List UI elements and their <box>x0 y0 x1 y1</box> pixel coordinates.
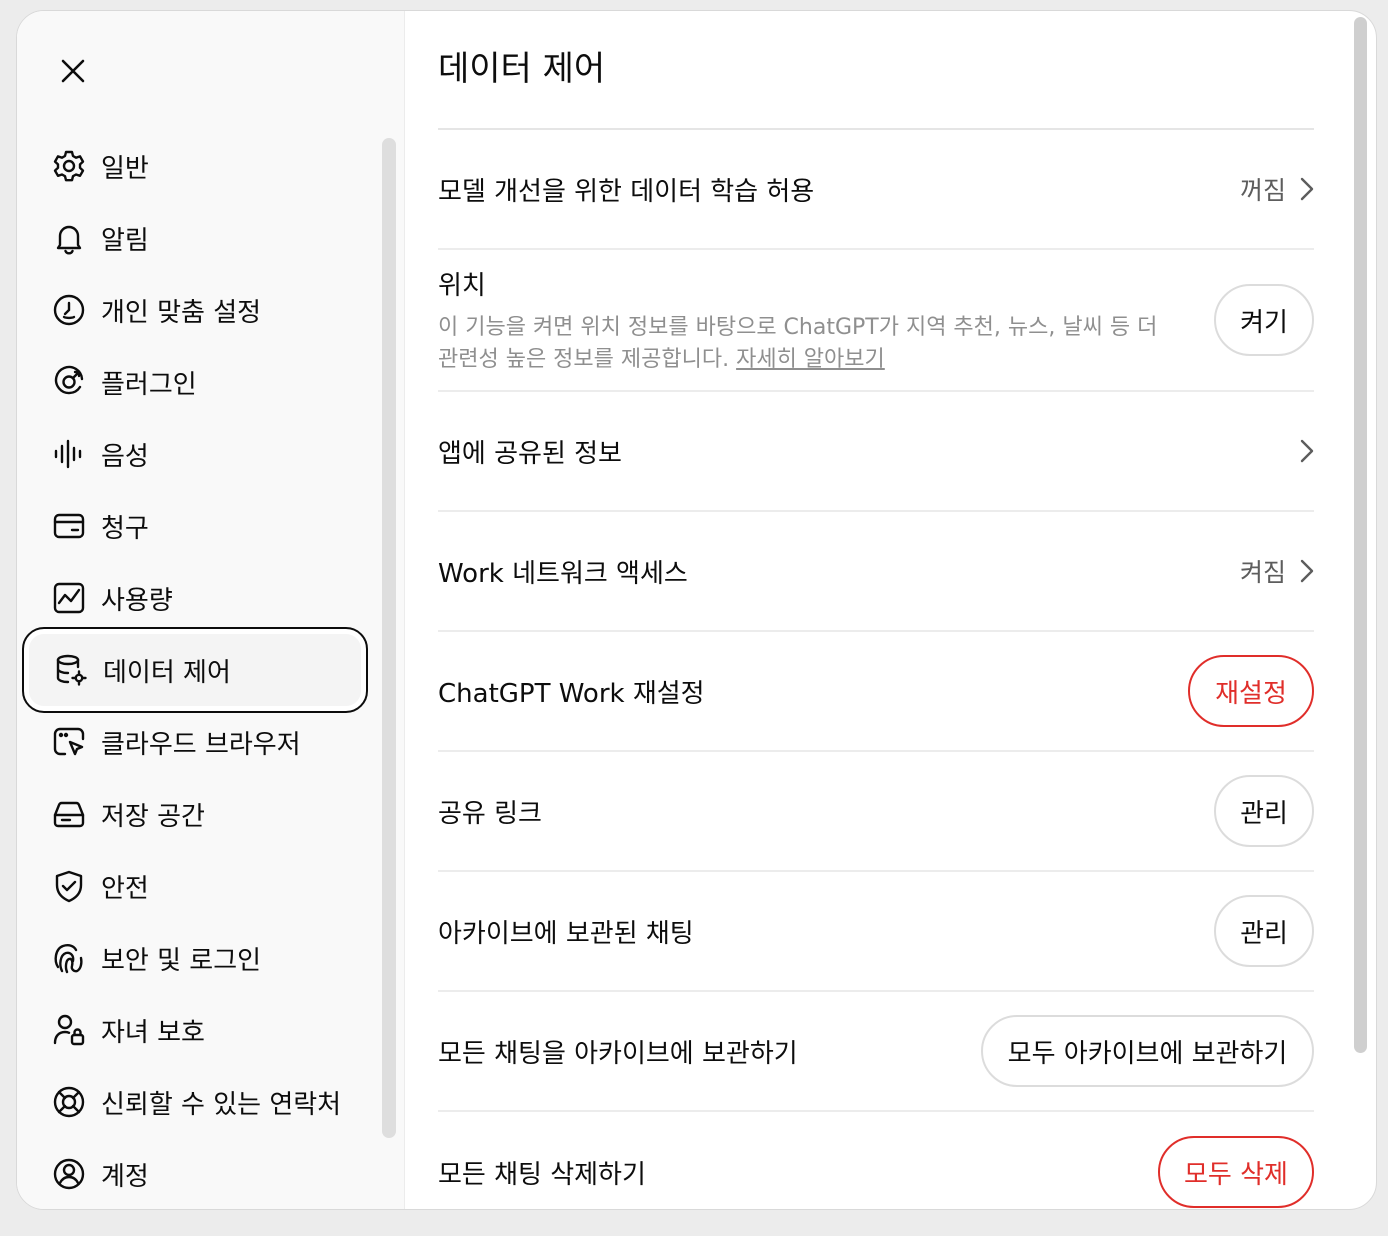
archive-all-button[interactable]: 모두 아카이브에 보관하기 <box>981 1015 1314 1087</box>
close-icon <box>61 59 85 83</box>
chevron-right-icon <box>1300 439 1314 463</box>
setting-row-work-network[interactable]: Work 네트워크 액세스 켜짐 <box>438 512 1314 632</box>
setting-row-location: 위치 이 기능을 켜면 위치 정보를 바탕으로 ChatGPT가 지역 추천, … <box>438 250 1314 392</box>
sidebar-item-label: 안전 <box>101 873 149 904</box>
location-text: 위치 이 기능을 켜면 위치 정보를 바탕으로 ChatGPT가 지역 추천, … <box>438 265 1178 376</box>
content-scrollbar[interactable] <box>1354 17 1367 1053</box>
sidebar-item-label: 개인 맞춤 설정 <box>101 297 262 328</box>
work-network-status[interactable]: 켜짐 <box>1240 553 1314 589</box>
database-gear-icon <box>54 653 88 687</box>
sidebar-item-label: 보안 및 로그인 <box>101 945 262 976</box>
setting-row-work-reset: ChatGPT Work 재설정 재설정 <box>438 632 1314 752</box>
settings-content: 데이터 제어 모델 개선을 위한 데이터 학습 허용 꺼짐 위치 이 기능을 켜… <box>406 11 1376 1209</box>
delete-all-button[interactable]: 모두 삭제 <box>1158 1136 1314 1208</box>
storage-drive-icon <box>52 797 86 831</box>
sidebar-item-label: 알림 <box>101 225 149 256</box>
sidebar-item-label: 신뢰할 수 있는 연락처 <box>101 1089 342 1120</box>
work-reset-button[interactable]: 재설정 <box>1188 655 1314 727</box>
sidebar-item-label: 클라우드 브라우저 <box>101 729 301 760</box>
location-enable-button[interactable]: 켜기 <box>1214 284 1314 356</box>
manage-archived-button[interactable]: 관리 <box>1214 895 1314 967</box>
lifebuoy-icon <box>52 1085 86 1119</box>
page-title: 데이터 제어 <box>438 49 606 89</box>
shared-links-label: 공유 링크 <box>438 798 542 829</box>
setting-row-delete-all: 모든 채팅 삭제하기 모두 삭제 <box>438 1112 1314 1209</box>
archived-chats-label: 아카이브에 보관된 채팅 <box>438 918 694 949</box>
sidebar-item-label: 일반 <box>101 153 149 184</box>
learn-more-link[interactable]: 자세히 알아보기 <box>736 347 885 372</box>
sidebar-item-label: 저장 공간 <box>101 801 205 832</box>
manage-shared-links-button[interactable]: 관리 <box>1214 775 1314 847</box>
delete-all-label: 모든 채팅 삭제하기 <box>438 1159 646 1190</box>
gear-icon <box>52 149 86 183</box>
sidebar-item-label: 청구 <box>101 513 149 544</box>
work-network-status-text: 켜짐 <box>1239 558 1286 587</box>
sidebar-item-label: 자녀 보호 <box>101 1017 205 1048</box>
usage-chart-icon <box>52 581 86 615</box>
sidebar-item-label: 계정 <box>101 1161 149 1192</box>
training-status-text: 꺼짐 <box>1239 176 1286 205</box>
setting-row-shared-apps[interactable]: 앱에 공유된 정보 <box>438 392 1314 512</box>
voice-waveform-icon <box>52 437 86 471</box>
shield-check-icon <box>52 869 86 903</box>
setting-row-archived-chats: 아카이브에 보관된 채팅 관리 <box>438 872 1314 992</box>
sidebar-item-account[interactable]: 계정 <box>22 1131 368 1209</box>
personalization-icon <box>52 293 86 327</box>
archive-all-label: 모든 채팅을 아카이브에 보관하기 <box>438 1038 798 1069</box>
cloud-browser-icon <box>52 725 86 759</box>
training-label: 모델 개선을 위한 데이터 학습 허용 <box>438 176 815 207</box>
bell-icon <box>52 221 86 255</box>
parental-control-icon <box>52 1013 86 1047</box>
shared-apps-label: 앱에 공유된 정보 <box>438 438 622 469</box>
chevron-right-icon <box>1300 559 1314 583</box>
location-label: 위치 <box>438 270 486 301</box>
setting-row-shared-links: 공유 링크 관리 <box>438 752 1314 872</box>
sidebar-scrollbar[interactable] <box>382 138 396 1138</box>
training-status[interactable]: 꺼짐 <box>1240 171 1314 207</box>
shared-apps-arrow[interactable] <box>1286 439 1314 463</box>
location-description: 이 기능을 켜면 위치 정보를 바탕으로 ChatGPT가 지역 추천, 뉴스,… <box>438 312 1178 376</box>
settings-dialog: 일반 알림 개인 맞춤 설정 플러그인 음성 청구 사용량 데이터 제어 클라우… <box>16 10 1377 1210</box>
sidebar-item-label: 사용량 <box>101 585 173 616</box>
account-icon <box>52 1157 86 1191</box>
setting-row-training[interactable]: 모델 개선을 위한 데이터 학습 허용 꺼짐 <box>438 130 1314 250</box>
credit-card-icon <box>52 509 86 543</box>
plugin-icon <box>52 365 86 399</box>
security-login-icon <box>52 941 86 975</box>
work-reset-label: ChatGPT Work 재설정 <box>438 678 705 709</box>
settings-sidebar: 일반 알림 개인 맞춤 설정 플러그인 음성 청구 사용량 데이터 제어 클라우… <box>17 11 405 1209</box>
sidebar-item-label: 음성 <box>101 441 149 472</box>
chevron-right-icon <box>1300 177 1314 201</box>
work-network-label: Work 네트워크 액세스 <box>438 558 688 589</box>
sidebar-item-label: 데이터 제어 <box>103 657 231 688</box>
sidebar-item-label: 플러그인 <box>101 369 197 400</box>
setting-row-archive-all: 모든 채팅을 아카이브에 보관하기 모두 아카이브에 보관하기 <box>438 992 1314 1112</box>
close-button[interactable] <box>53 51 93 91</box>
